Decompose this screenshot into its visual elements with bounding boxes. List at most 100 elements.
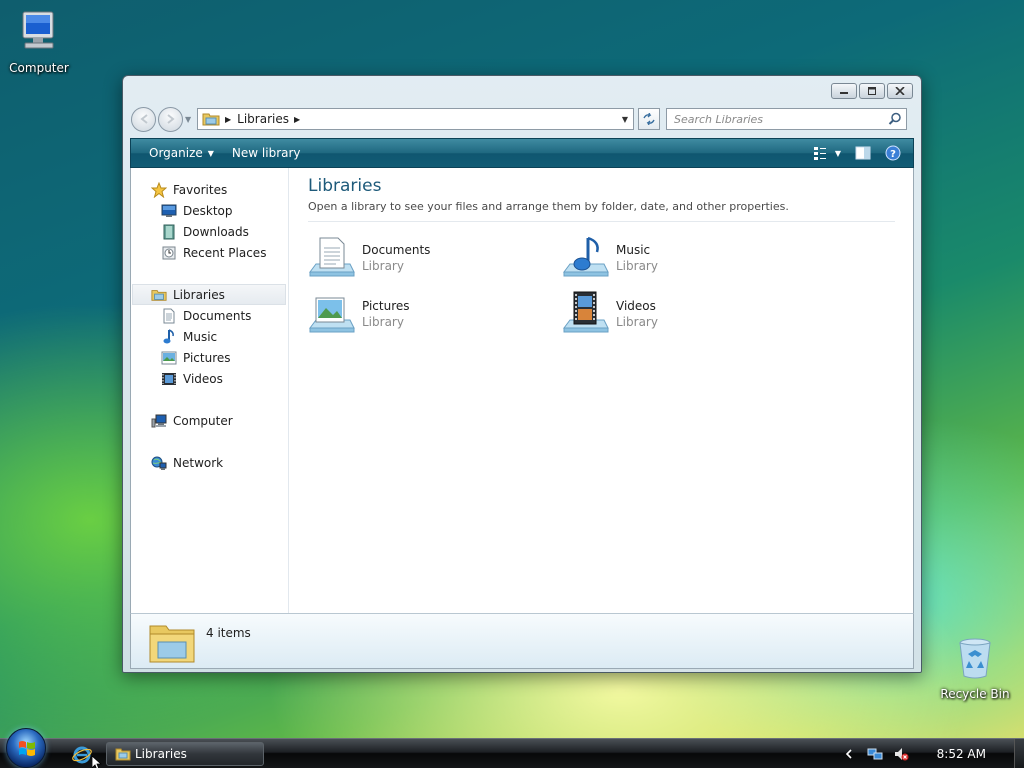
recent-places-icon (162, 246, 176, 259)
address-dropdown[interactable]: ▼ (617, 109, 633, 129)
libraries-folder-icon (115, 748, 131, 761)
search-input[interactable] (674, 112, 874, 126)
library-tile-pictures[interactable]: Pictures Library (308, 288, 548, 340)
close-button[interactable] (887, 83, 913, 99)
back-button[interactable] (131, 106, 156, 132)
nav-item-computer[interactable]: Computer (131, 410, 288, 431)
nav-item-network[interactable]: Network (131, 452, 288, 473)
new-library-button[interactable]: New library (226, 146, 313, 160)
pictures-icon (161, 351, 177, 364)
breadcrumb-libraries[interactable]: Libraries (237, 112, 289, 126)
nav-item-videos[interactable]: Videos (131, 368, 288, 389)
nav-label: Network (173, 455, 224, 470)
nav-item-music[interactable]: Music (131, 326, 288, 347)
nav-label: Desktop (183, 203, 233, 218)
nav-label: Computer (173, 413, 233, 428)
videos-library-icon (563, 291, 609, 333)
music-library-icon (563, 236, 609, 277)
maximize-icon (868, 87, 876, 95)
libraries-grid: Documents Library Music Library Pictures… (308, 228, 895, 348)
change-view-button[interactable]: ▼ (813, 146, 841, 160)
library-tile-documents[interactable]: Documents Library (308, 232, 548, 284)
library-tile-music[interactable]: Music Library (562, 232, 802, 284)
show-hidden-icons-button[interactable] (841, 746, 857, 762)
views-icon (813, 147, 826, 160)
taskbar-button-libraries[interactable]: Libraries (106, 742, 264, 766)
show-desktop-button[interactable] (1014, 739, 1024, 768)
refresh-icon (643, 113, 655, 125)
desktop-icon-computer[interactable]: Computer (0, 8, 84, 75)
item-count: 4 items (206, 626, 251, 640)
chevron-down-icon: ▼ (207, 148, 214, 158)
clock[interactable]: 8:52 AM (937, 747, 986, 761)
music-note-icon (163, 328, 174, 343)
nav-label: Favorites (173, 182, 228, 197)
page-subtitle: Open a library to see your files and arr… (308, 200, 895, 222)
chevron-left-icon (845, 749, 852, 759)
nav-item-desktop[interactable]: Desktop (131, 200, 288, 221)
library-name: Videos (616, 299, 656, 313)
nav-item-recent-places[interactable]: Recent Places (131, 242, 288, 263)
library-tile-videos[interactable]: Videos Library (562, 288, 802, 340)
nav-item-libraries[interactable]: Libraries (132, 284, 286, 305)
search-box[interactable] (666, 108, 907, 130)
volume-muted-icon (894, 748, 909, 761)
details-pane: 4 items (130, 613, 914, 669)
network-status-button[interactable] (867, 746, 883, 762)
nav-label: Recent Places (183, 245, 267, 260)
maximize-button[interactable] (859, 83, 885, 99)
content-area: Favorites Desktop Downloads Recent Place… (130, 168, 914, 613)
breadcrumb-separator-icon: ▶ (225, 114, 232, 124)
main-pane: Libraries Open a library to see your fil… (289, 168, 913, 613)
desktop-icon (161, 204, 177, 217)
chevron-down-icon[interactable]: ▼ (835, 149, 841, 158)
star-icon (151, 181, 167, 198)
minimize-button[interactable] (831, 83, 857, 99)
library-type: Library (362, 315, 404, 329)
nav-item-downloads[interactable]: Downloads (131, 221, 288, 242)
preview-pane-icon[interactable] (855, 146, 871, 160)
network-icon (151, 456, 167, 470)
help-icon[interactable]: ? (885, 145, 901, 161)
minimize-icon (840, 92, 848, 94)
volume-button[interactable] (893, 746, 909, 762)
desktop-icon-label: Computer (9, 61, 69, 75)
nav-label: Documents (183, 308, 252, 323)
libraries-folder-icon (202, 113, 220, 126)
internet-explorer-icon[interactable] (72, 745, 92, 765)
nav-label: Music (183, 329, 218, 344)
explorer-window: ▼ ▶ Libraries ▶ ▼ Orga (122, 75, 922, 673)
nav-label: Libraries (173, 287, 225, 302)
library-type: Library (362, 259, 404, 273)
refresh-button[interactable] (638, 108, 660, 130)
mouse-cursor-icon (92, 756, 102, 768)
breadcrumb-separator-icon[interactable]: ▶ (294, 115, 300, 124)
documents-library-icon (309, 237, 355, 277)
computer-icon (22, 11, 54, 49)
documents-icon (163, 308, 175, 323)
address-bar[interactable]: ▶ Libraries ▶ ▼ (197, 108, 634, 130)
organize-button[interactable]: Organize ▼ (131, 146, 226, 160)
search-icon[interactable] (888, 112, 902, 126)
nav-item-documents[interactable]: Documents (131, 305, 288, 326)
forward-button[interactable] (158, 106, 183, 132)
start-button[interactable] (6, 728, 46, 768)
command-toolbar: Organize ▼ New library ▼ ? (130, 138, 914, 168)
recycle-bin-icon (959, 638, 991, 679)
page-title: Libraries (308, 176, 382, 196)
organize-label: Organize (149, 146, 203, 160)
taskbar-button-label: Libraries (135, 747, 187, 761)
back-arrow-icon (139, 114, 148, 124)
nav-item-pictures[interactable]: Pictures (131, 347, 288, 368)
nav-label: Pictures (183, 350, 231, 365)
pictures-library-icon (309, 297, 355, 333)
navigation-pane: Favorites Desktop Downloads Recent Place… (131, 168, 289, 613)
libraries-folder-icon (151, 289, 167, 301)
recent-pages-dropdown[interactable]: ▼ (185, 115, 193, 124)
forward-arrow-icon (166, 114, 175, 124)
system-tray: 8:52 AM (841, 739, 1024, 768)
svg-text:?: ? (890, 149, 896, 160)
window-controls (831, 83, 913, 99)
desktop-icon-recycle-bin[interactable]: Recycle Bin (930, 634, 1020, 701)
nav-item-favorites[interactable]: Favorites (131, 179, 288, 200)
